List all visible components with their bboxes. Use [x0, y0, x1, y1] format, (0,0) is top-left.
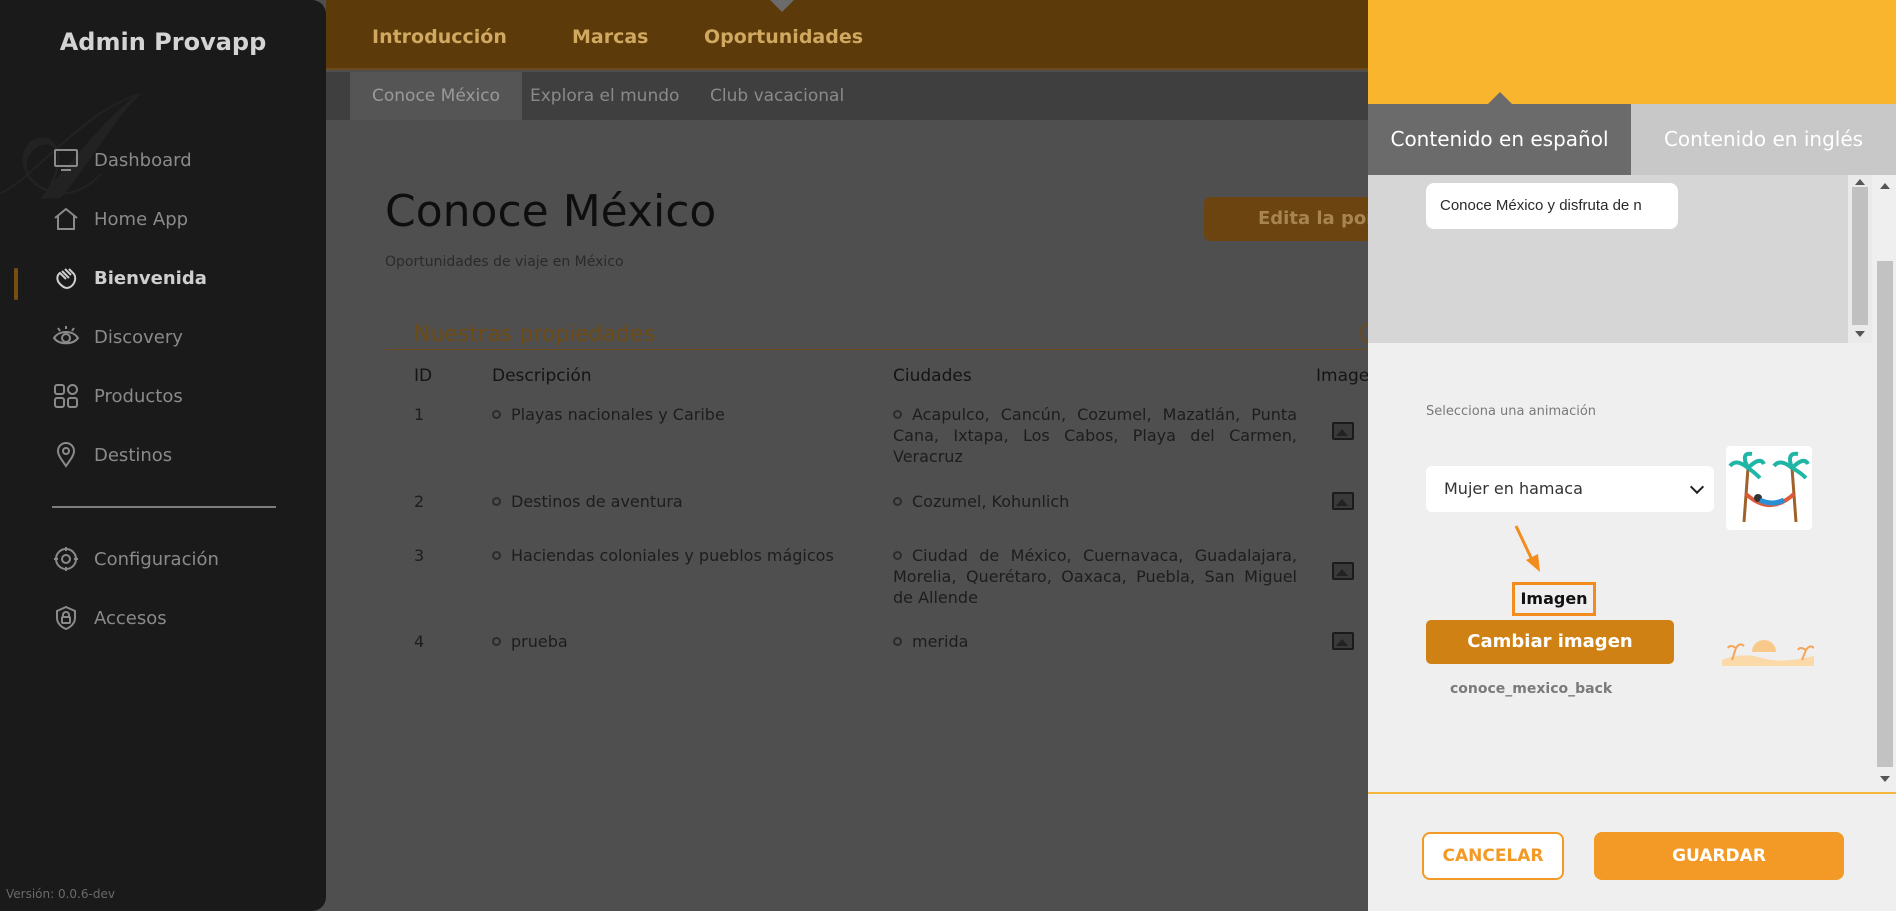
sidebar: 𝒜 Admin Provapp Dashboard Home App Bienv…	[0, 0, 326, 911]
scroll-down-arrow-icon[interactable]	[1855, 331, 1865, 337]
image-icon[interactable]	[1332, 632, 1354, 650]
panel-header	[1368, 0, 1896, 104]
image-icon[interactable]	[1332, 422, 1354, 440]
sidebar-item-label: Home App	[94, 208, 189, 230]
bullet-icon	[492, 637, 501, 646]
background-image-preview	[1722, 640, 1814, 666]
active-tab-caret	[770, 0, 794, 12]
animation-label: Selecciona una animación	[1426, 404, 1597, 419]
page-subtitle: Oportunidades de viaje en México	[385, 254, 624, 270]
bullet-icon	[492, 410, 501, 419]
sidebar-item-destinos[interactable]: Destinos	[52, 441, 172, 469]
save-button[interactable]: GUARDAR	[1594, 832, 1844, 880]
sidebar-watermark: 𝒜	[0, 60, 326, 234]
sidebar-item-label: Discovery	[94, 326, 183, 348]
panel-scrollbar[interactable]	[1874, 175, 1896, 790]
scroll-down-arrow-icon[interactable]	[1880, 776, 1890, 782]
sidebar-item-configuracion[interactable]: Configuración	[52, 545, 219, 573]
annotation-arrow-icon	[1514, 525, 1540, 572]
column-header-descripcion: Descripción	[492, 366, 592, 386]
eye-icon	[52, 326, 80, 345]
chevron-down-icon	[1689, 479, 1705, 495]
table-cell-id: 3	[414, 546, 425, 565]
grid-icon	[54, 384, 78, 408]
home-icon	[54, 207, 78, 230]
subtab-conoce-mexico[interactable]: Conoce México	[350, 72, 523, 120]
edit-side-panel: Contenido en español Contenido en inglés	[1368, 0, 1896, 911]
tab-contenido-espanol[interactable]: Contenido en español	[1368, 92, 1631, 175]
bullet-icon	[893, 637, 902, 646]
version-label: Versión: 0.0.6-dev	[6, 887, 115, 901]
gear-icon	[54, 547, 78, 571]
table-cell-id: 2	[414, 492, 425, 511]
subtab-club-vacacional[interactable]: Club vacacional	[688, 72, 866, 120]
table-cell-description: prueba	[492, 631, 568, 652]
scroll-up-arrow-icon[interactable]	[1880, 183, 1890, 189]
tab-contenido-ingles[interactable]: Contenido en inglés	[1631, 104, 1896, 175]
tab-oportunidades[interactable]: Oportunidades	[704, 26, 863, 48]
scroll-up-arrow-icon[interactable]	[1855, 179, 1865, 185]
sidebar-item-discovery[interactable]: Discovery	[52, 323, 183, 351]
footer-divider	[1368, 792, 1896, 794]
animation-preview	[1726, 446, 1812, 530]
active-indicator	[14, 268, 18, 300]
sidebar-item-productos[interactable]: Productos	[52, 382, 183, 410]
sidebar-item-home-app[interactable]: Home App	[52, 205, 188, 233]
column-header-id: ID	[414, 366, 433, 386]
monitor-icon	[54, 149, 78, 171]
bullet-icon	[492, 497, 501, 506]
sidebar-item-dashboard[interactable]: Dashboard	[52, 146, 192, 174]
table-cell-description: Destinos de aventura	[492, 491, 683, 512]
title-text-field[interactable]	[1426, 183, 1678, 229]
image-icon[interactable]	[1332, 492, 1354, 510]
bullet-icon	[893, 410, 902, 419]
active-tab-pointer	[1488, 92, 1512, 104]
table-cell-cities: Cozumel, Kohunlich	[893, 491, 1297, 512]
sidebar-divider	[52, 506, 276, 508]
image-icon[interactable]	[1332, 562, 1354, 580]
tab-marcas[interactable]: Marcas	[572, 26, 649, 48]
scroll-thumb[interactable]	[1852, 187, 1868, 325]
language-tabs: Contenido en español Contenido en inglés	[1368, 92, 1896, 175]
table-cell-cities: Ciudad de México, Cuernavaca, Guadalajar…	[893, 546, 1297, 607]
text-editor-area	[1368, 175, 1848, 343]
tab-introduccion[interactable]: Introducción	[372, 26, 507, 48]
table-cell-description: Haciendas coloniales y pueblos mágicos	[492, 545, 834, 566]
sidebar-item-bienvenida[interactable]: Bienvenida	[52, 264, 207, 292]
bullet-icon	[893, 497, 902, 506]
hand-wave-icon	[56, 268, 77, 290]
change-image-button[interactable]: Cambiar imagen	[1426, 620, 1674, 664]
sidebar-item-label: Dashboard	[94, 149, 192, 171]
page-title: Conoce México	[385, 186, 717, 237]
table-cell-description: Playas nacionales y Caribe	[492, 404, 725, 425]
section-title: Nuestras propiedades	[414, 322, 656, 347]
table-cell-cities: merida	[893, 631, 1297, 652]
sidebar-item-accesos[interactable]: Accesos	[52, 604, 167, 632]
table-cell-cities: Acapulco, Cancún, Cozumel, Mazatlán, Pun…	[893, 405, 1297, 466]
sidebar-item-label: Productos	[94, 385, 183, 407]
image-label: Imagen	[1512, 582, 1596, 616]
subtab-explora-el-mundo[interactable]: Explora el mundo	[508, 72, 701, 120]
section-divider	[385, 349, 1375, 350]
bullet-icon	[893, 551, 902, 560]
sidebar-item-label: Accesos	[94, 607, 167, 629]
image-file-name: conoce_mexico_back	[1450, 681, 1613, 697]
cancel-button[interactable]: CANCELAR	[1422, 832, 1564, 880]
sidebar-item-label: Destinos	[94, 444, 173, 466]
animation-select[interactable]: Mujer en hamaca	[1426, 466, 1714, 512]
table-cell-id: 1	[414, 405, 425, 424]
palm-hammock-illustration	[1728, 451, 1810, 523]
app-brand: Admin Provapp	[59, 28, 267, 56]
map-pin-icon	[56, 442, 76, 468]
table-cell-id: 4	[414, 632, 425, 651]
sidebar-item-label: Bienvenida	[94, 267, 207, 289]
bullet-icon	[492, 551, 501, 560]
column-header-ciudades: Ciudades	[893, 366, 972, 386]
scroll-thumb[interactable]	[1877, 261, 1893, 767]
sidebar-item-label: Configuración	[94, 548, 219, 570]
shield-lock-icon	[56, 605, 76, 631]
inner-scrollbar[interactable]	[1848, 175, 1872, 343]
